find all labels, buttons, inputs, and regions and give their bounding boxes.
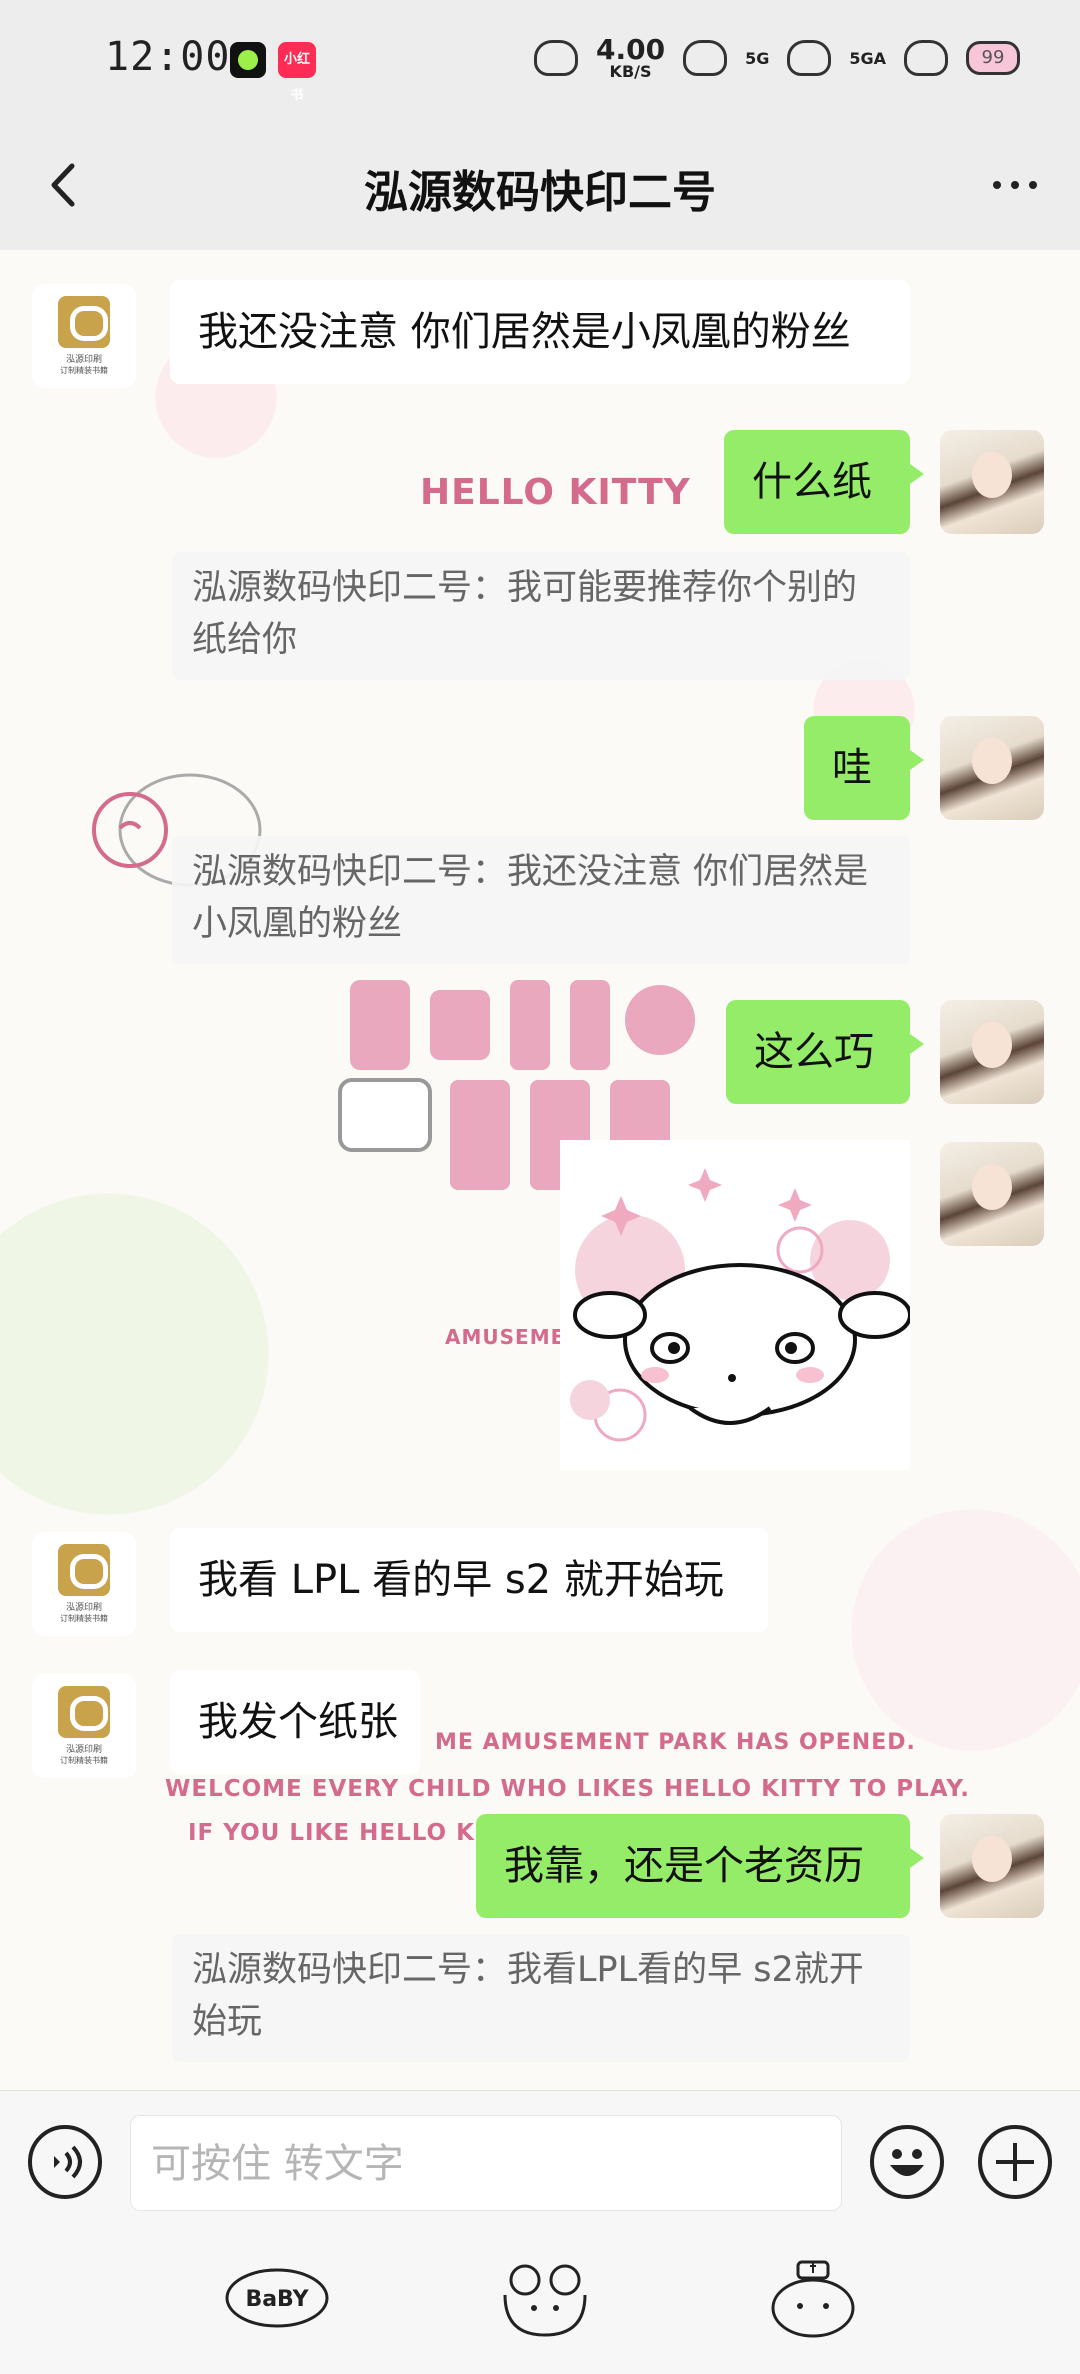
nfc-icon — [533, 40, 578, 76]
message-bubble-outgoing[interactable]: 我靠，还是个老资历 — [476, 1814, 924, 1918]
signal-icon-2 — [904, 40, 948, 76]
app-notification-icon — [230, 42, 266, 78]
quoted-message[interactable]: 泓源数码快印二号：我看LPL看的早 s2就开始玩 — [172, 1934, 910, 2062]
svg-text:BaBY: BaBY — [245, 2287, 309, 2312]
message-bubble-incoming[interactable]: 我还没注意 你们居然是小凤凰的粉丝 — [170, 280, 910, 384]
wallpaper-text: ME AMUSEMENT PARK HAS OPENED. — [435, 1730, 916, 1755]
more-functions-button[interactable] — [978, 2125, 1052, 2199]
plus-icon — [996, 2143, 1034, 2181]
self-avatar[interactable] — [940, 430, 1044, 534]
status-time: 12:00 — [105, 34, 231, 80]
chat-title: 泓源数码快印二号 — [364, 167, 716, 218]
smiley-icon — [890, 2149, 924, 2176]
emoji-button[interactable] — [870, 2125, 944, 2199]
voice-input-button[interactable] — [28, 2125, 102, 2199]
more-dot-icon — [993, 181, 1001, 189]
message-bubble-outgoing[interactable]: 什么纸 — [724, 430, 924, 534]
status-indicators: 4.00 KB/S 5G 5GA 99 — [533, 33, 1020, 81]
self-avatar[interactable] — [940, 1000, 1044, 1104]
message-input[interactable]: 可按住 转文字 — [130, 2115, 842, 2211]
message-bubble-incoming[interactable]: 我看 LPL 看的早 s2 就开始玩 — [170, 1528, 768, 1632]
wallpaper-text: HELLO KITTY — [420, 472, 691, 513]
battery-icon: 99 — [966, 41, 1020, 75]
chat-message-list[interactable]: HELLO KITTY AMUSEMEN ME AMUSEMENT PARK H… — [0, 250, 1080, 2090]
signal-5g: 5G — [745, 48, 770, 68]
wallpaper-text: WELCOME EVERY CHILD WHO LIKES HELLO KITT… — [165, 1776, 970, 1802]
contact-avatar[interactable]: 泓源印刷 订制精装书籍 — [32, 1532, 136, 1636]
frog-sticker-icon — [503, 2264, 587, 2337]
baby-sticker-tab[interactable]: BaBY — [222, 2260, 332, 2340]
self-avatar[interactable] — [940, 1142, 1044, 1246]
wifi-icon — [683, 40, 728, 76]
signal-5ga: 5GA — [849, 48, 886, 68]
status-bar: 12:00 小红书 4.00 KB/S 5G 5GA 99 — [0, 0, 1080, 120]
self-avatar[interactable] — [940, 1814, 1044, 1918]
voice-icon — [54, 2145, 82, 2179]
network-speed: 4.00 KB/S — [595, 33, 666, 81]
print-shop-logo-icon — [58, 1686, 110, 1738]
quoted-message[interactable]: 泓源数码快印二号：我可能要推荐你个别的纸给你 — [172, 552, 910, 680]
contact-avatar[interactable]: 泓源印刷 订制精装书籍 — [32, 1674, 136, 1778]
bear-nurse-sticker-tab[interactable] — [758, 2260, 868, 2340]
bear-sticker-icon — [771, 2260, 855, 2338]
message-input-bar: 可按住 转文字 — [0, 2090, 1080, 2230]
print-shop-logo-icon — [58, 296, 110, 348]
frog-sticker-tab[interactable] — [490, 2260, 600, 2340]
chat-header: 泓源数码快印二号 — [0, 120, 1080, 250]
xiaohongshu-icon: 小红书 — [278, 42, 316, 103]
message-bubble-incoming[interactable]: 我发个纸张 — [170, 1670, 420, 1774]
more-options-button[interactable] — [980, 160, 1050, 210]
quoted-message[interactable]: 泓源数码快印二号：我还没注意 你们居然是小凤凰的粉丝 — [172, 836, 910, 964]
baby-sticker-icon: BaBY — [225, 2268, 329, 2328]
print-shop-logo-icon — [58, 1544, 110, 1596]
wallpaper-text: IF YOU LIKE HELLO KIT — [188, 1820, 502, 1846]
signal-icon — [787, 40, 832, 76]
message-bubble-outgoing[interactable]: 这么巧 — [726, 1000, 924, 1104]
contact-avatar[interactable]: 泓源印刷 订制精装书籍 — [32, 284, 136, 388]
puppy-sticker[interactable] — [560, 1140, 910, 1470]
self-avatar[interactable] — [940, 716, 1044, 820]
message-bubble-outgoing[interactable]: 哇 — [804, 716, 924, 820]
bottom-quick-bar: BaBY — [0, 2230, 1080, 2374]
